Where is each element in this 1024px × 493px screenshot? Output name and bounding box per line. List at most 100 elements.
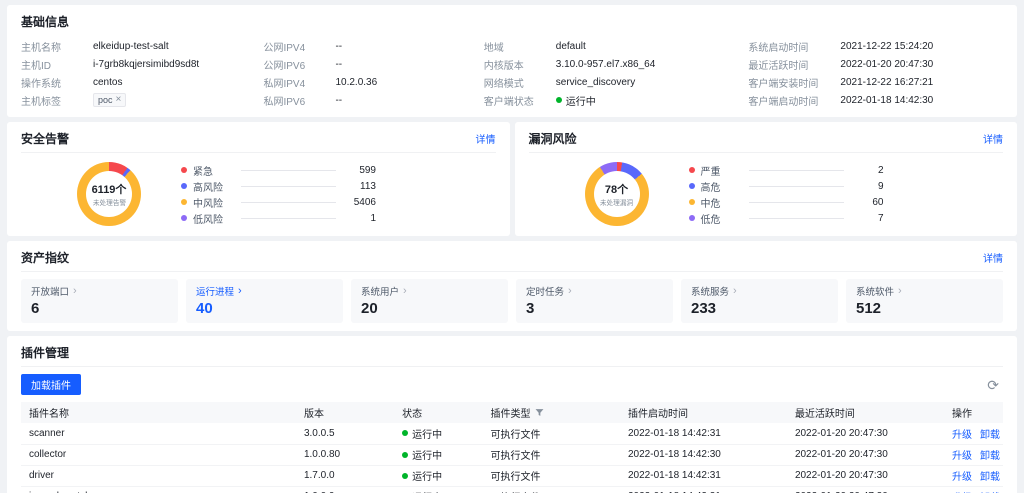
plugin-start-time: 2022-01-18 14:42:31 xyxy=(620,486,787,493)
upgrade-link[interactable]: 升级 xyxy=(952,472,972,483)
asset-fingerprint-detail-link[interactable]: 详情 xyxy=(983,250,1003,265)
field-value: service_discovery xyxy=(556,77,635,88)
field-value: centos xyxy=(93,77,122,88)
field-value: 3.10.0-957.el7.x86_64 xyxy=(556,59,656,70)
basic-info-title: 基础信息 xyxy=(21,13,69,30)
col-active-time: 最近活跃时间 xyxy=(787,402,944,423)
field-value: 2021-12-22 15:24:20 xyxy=(840,41,933,52)
upgrade-link[interactable]: 升级 xyxy=(952,451,972,462)
uninstall-link[interactable]: 卸载 xyxy=(980,430,1000,441)
vulnerability-risk-title: 漏洞风险 xyxy=(529,130,577,147)
vulnerability-detail-link[interactable]: 详情 xyxy=(983,131,1003,146)
legend-dot-icon xyxy=(181,215,187,221)
plugin-type: 可执行文件 xyxy=(483,444,620,465)
host-detail-page: 基础信息 主机名称 elkeidup-test-salt 主机ID i-7grb… xyxy=(0,0,1024,493)
uninstall-link[interactable]: 卸载 xyxy=(980,451,1000,462)
stat-system-services[interactable]: 系统服务› 233 xyxy=(681,279,838,323)
plugin-name: scanner xyxy=(21,423,296,444)
basic-info-card: 基础信息 主机名称 elkeidup-test-salt 主机ID i-7grb… xyxy=(7,5,1017,117)
host-tag-label: poc xyxy=(98,95,113,105)
plugin-status: 运行中 xyxy=(394,423,482,444)
col-version: 版本 xyxy=(296,402,394,423)
plugin-start-time: 2022-01-18 14:42:30 xyxy=(620,444,787,465)
alerts-total-label: 未处理告警 xyxy=(92,198,125,208)
col-actions: 操作 xyxy=(944,402,1003,423)
info-field-private-ipv6: 私网IPV6 -- xyxy=(263,91,473,109)
plugin-start-time: 2022-01-18 14:42:31 xyxy=(620,423,787,444)
legend-item: 严重 2 xyxy=(689,162,884,178)
running-status-dot-icon xyxy=(402,473,408,479)
asset-fingerprint-title: 资产指纹 xyxy=(21,249,69,266)
upgrade-link[interactable]: 升级 xyxy=(952,430,972,441)
legend-leader-line xyxy=(749,186,844,187)
legend-dot-icon xyxy=(689,167,695,173)
info-column-3: 地域 default 内核版本 3.10.0-957.el7.x86_64 网络… xyxy=(484,37,739,109)
field-label: 主机名称 xyxy=(21,39,93,54)
info-field-install-time: 客户端安装时间 2021-12-22 16:27:21 xyxy=(748,73,1003,91)
alerts-donut-chart: 6119个 未处理告警 xyxy=(77,162,141,226)
client-status-text: 运行中 xyxy=(566,93,596,108)
info-field-kernel: 内核版本 3.10.0-957.el7.x86_64 xyxy=(484,55,739,73)
vuln-legend: 严重 2 高危 9 中危 60 xyxy=(689,162,884,226)
legend-item: 高风险 113 xyxy=(181,178,376,194)
field-label: 私网IPV6 xyxy=(263,93,335,108)
tag-remove-icon[interactable]: × xyxy=(116,95,122,105)
info-field-tags: 主机标签 poc × xyxy=(21,91,253,109)
security-alerts-card: 安全告警 详情 6119个 未处理告警 紧急 599 xyxy=(7,122,510,236)
info-field-client-start-time: 客户端启动时间 2022-01-18 14:42:30 xyxy=(748,91,1003,109)
plugin-start-time: 2022-01-18 14:42:31 xyxy=(620,465,787,486)
stat-running-processes[interactable]: 运行进程› 40 xyxy=(186,279,343,323)
alerts-legend: 紧急 599 高风险 113 中风险 5406 xyxy=(181,162,376,226)
info-field-public-ipv4: 公网IPV4 -- xyxy=(263,37,473,55)
host-tag[interactable]: poc × xyxy=(93,93,126,107)
security-alerts-title: 安全告警 xyxy=(21,130,69,147)
field-value: default xyxy=(556,41,586,52)
info-field-os: 操作系统 centos xyxy=(21,73,253,91)
chevron-right-icon: › xyxy=(73,286,77,297)
load-plugin-button[interactable]: 加载插件 xyxy=(21,374,81,395)
info-field-public-ipv6: 公网IPV6 -- xyxy=(263,55,473,73)
plugin-name: journal_watcher xyxy=(21,486,296,493)
stat-cron-jobs[interactable]: 定时任务› 3 xyxy=(516,279,673,323)
stat-open-ports[interactable]: 开放端口› 6 xyxy=(21,279,178,323)
running-status-dot-icon xyxy=(556,97,562,103)
legend-leader-line xyxy=(749,202,844,203)
field-label: 网络模式 xyxy=(484,75,556,90)
stat-system-users[interactable]: 系统用户› 20 xyxy=(351,279,508,323)
plugin-active-time: 2022-01-20 20:47:30 xyxy=(787,486,944,493)
field-value: -- xyxy=(335,95,342,106)
info-field-boot-time: 系统启动时间 2021-12-22 15:24:20 xyxy=(748,37,1003,55)
alerts-total-value: 6119个 xyxy=(92,181,127,197)
plugin-type: 可执行文件 xyxy=(483,423,620,444)
legend-item: 高危 9 xyxy=(689,178,884,194)
vuln-total-value: 78个 xyxy=(605,181,628,197)
stat-system-software[interactable]: 系统软件› 512 xyxy=(846,279,1003,323)
info-column-2: 公网IPV4 -- 公网IPV6 -- 私网IPV4 10.2.0.36 私网I… xyxy=(263,37,473,109)
field-label: 客户端启动时间 xyxy=(748,93,840,108)
legend-dot-icon xyxy=(181,199,187,205)
info-field-network-mode: 网络模式 service_discovery xyxy=(484,73,739,91)
vuln-total-label: 未处理漏洞 xyxy=(600,198,633,208)
plugin-row-driver: driver 1.7.0.0 运行中 可执行文件 2022-01-18 14:4… xyxy=(21,465,1003,486)
plugin-status: 运行中 xyxy=(394,486,482,493)
field-label: 最近活跃时间 xyxy=(748,57,840,72)
plugin-table: 插件名称 版本 状态 插件类型 插件启动时间 最近活跃时间 操作 xyxy=(21,402,1003,493)
filter-icon[interactable] xyxy=(535,408,544,417)
info-column-1: 主机名称 elkeidup-test-salt 主机ID i-7grb8kqje… xyxy=(21,37,253,109)
field-label: 主机标签 xyxy=(21,93,93,108)
field-label: 私网IPV4 xyxy=(263,75,335,90)
asset-fingerprint-card: 资产指纹 详情 开放端口› 6 运行进程› 40 系统用户› 20 定时任务› … xyxy=(7,241,1017,331)
legend-item: 低风险 1 xyxy=(181,210,376,226)
security-alerts-detail-link[interactable]: 详情 xyxy=(476,131,496,146)
vuln-donut-chart: 78个 未处理漏洞 xyxy=(585,162,649,226)
chevron-right-icon: › xyxy=(238,286,242,297)
field-value: 2022-01-18 14:42:30 xyxy=(840,95,933,106)
alerts-donut-center: 6119个 未处理告警 xyxy=(86,171,132,217)
uninstall-link[interactable]: 卸载 xyxy=(980,472,1000,483)
field-label: 客户端状态 xyxy=(484,93,556,108)
field-value: 2022-01-20 20:47:30 xyxy=(840,59,933,70)
vuln-donut-center: 78个 未处理漏洞 xyxy=(594,171,640,217)
field-label: 主机ID xyxy=(21,57,93,72)
plugin-actions: 升级卸载 xyxy=(944,423,1003,444)
refresh-icon[interactable]: ⟳ xyxy=(983,376,1003,394)
